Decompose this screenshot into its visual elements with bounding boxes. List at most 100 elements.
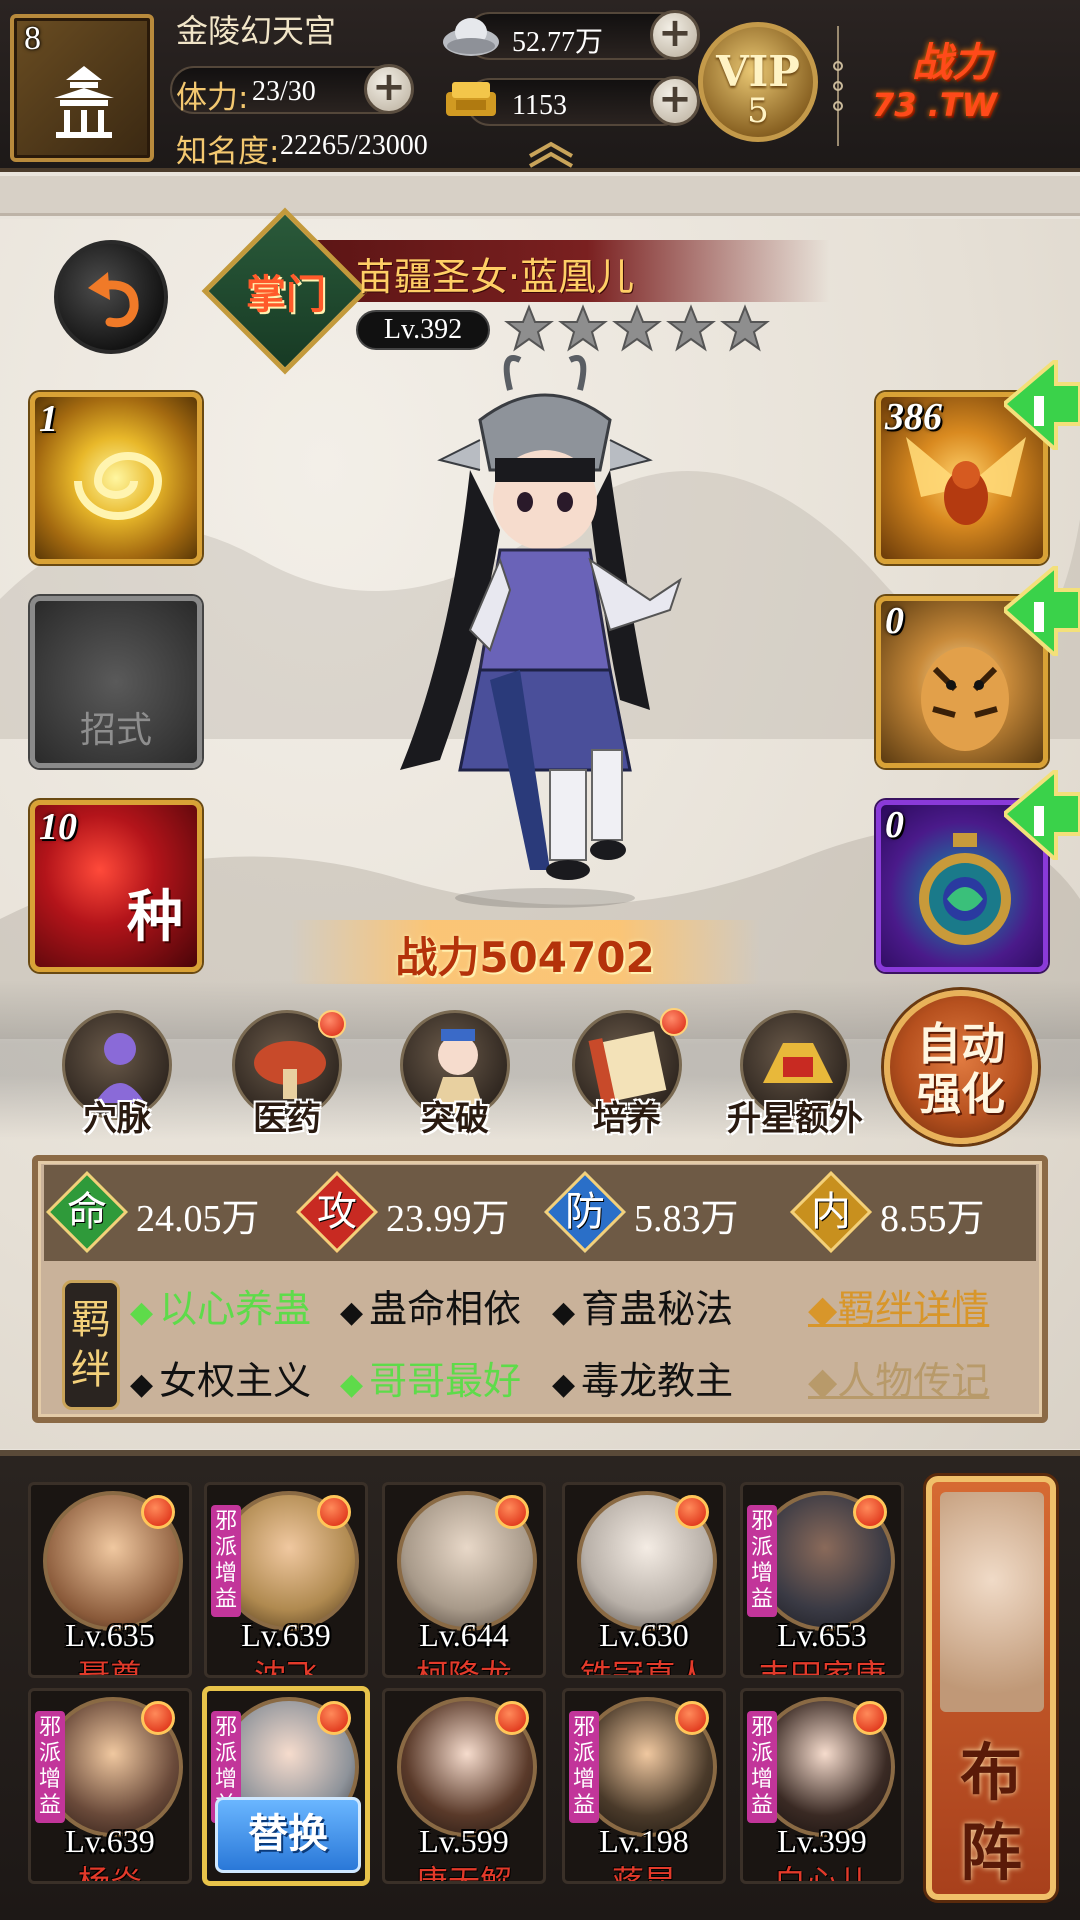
skill-slot-label: 招式 [79,710,152,751]
skill-count: 10 [39,806,77,848]
combat-power-value: 504702 [479,933,655,982]
roster-hero-card[interactable]: 邪派增益 Lv.639 沈飞 [204,1482,368,1678]
meridian-label: 穴脉 [83,1099,151,1139]
notification-dot [853,1495,887,1529]
stamina-value: 23/30 [252,76,316,107]
roster-hero-card[interactable]: Lv.635 聂尊 [28,1482,192,1678]
bond-item: ◆ 哥哥最好 [340,1359,522,1403]
stat-key: 命 [67,1189,107,1235]
sub-header-strip [0,176,1080,216]
hero-name: 聂尊 [77,1657,142,1678]
notification-dot [495,1495,529,1529]
upgrade-arrow-icon [1004,566,1080,656]
evil-faction-tag: 邪派增益 [211,1505,241,1617]
hero-name: 白心儿 [773,1863,870,1884]
roster-hero-card[interactable]: Lv.599 唐无解 [382,1688,546,1884]
stat-value: 8.55万 [880,1198,985,1240]
back-arrow-icon [88,272,139,328]
fame-value: 22265/23000 [280,130,428,161]
equipment-count: 0 [885,804,904,846]
hero-name: 唐无解 [415,1863,512,1884]
hero-name: 丰田家康 [757,1657,886,1678]
hero-level: Lv.635 [65,1617,155,1653]
star-icon [720,304,770,352]
star-icon [666,304,716,352]
top-status-bar: 8 金陵幻天宫 体力: 23/30 + 知名度: 22265/23000 52.… [0,0,1080,172]
stat-key: 内 [811,1189,851,1235]
medicine-label: 医药 [253,1099,321,1139]
back-button[interactable] [54,240,168,354]
notification-dot [495,1701,529,1735]
auto-strengthen-line2: 强化 [917,1069,1005,1120]
star-upgrade-button[interactable]: 升星额外 [727,1010,863,1140]
meridian-button[interactable]: 穴脉 [52,1010,182,1140]
power-logo-site: 73 .TW [872,86,997,124]
combat-power: 战力504702 [290,924,760,985]
stamina-label: 体力: [176,80,249,116]
expand-chevron-icon[interactable] [524,138,578,168]
stat-value: 24.05万 [136,1198,260,1240]
gold-value: 1153 [512,90,567,121]
stat-key: 防 [565,1189,605,1235]
breakthrough-button[interactable]: 突破 [390,1010,520,1140]
city-name: 金陵幻天宫 [176,12,337,50]
stat-value: 23.99万 [386,1198,510,1240]
notification-dot [853,1701,887,1735]
bond-details-link[interactable]: ◆羁绊详情 [808,1278,989,1333]
hero-name: 杨焱 [77,1863,142,1884]
hero-level: Lv.639 [65,1823,155,1859]
skill-slot-empty[interactable]: 招式 [30,596,202,768]
star-upgrade-label: 升星额外 [727,1099,863,1139]
auto-strengthen-line1: 自动 [917,1019,1005,1070]
hero-name: 沈飞 [253,1657,318,1678]
hero-name: 蒋昆 [611,1863,676,1884]
roster-hero-card[interactable]: 邪派增益 Lv.653 丰田家康 [740,1482,904,1678]
power-logo: 战力 73 .TW [872,30,1062,140]
bond-tag: 羁绊 [62,1280,120,1410]
roster-hero-card[interactable]: Lv.644 柯降龙 [382,1482,546,1678]
formation-label-2: 阵 [959,1816,1022,1889]
roster-hero-card-selected[interactable]: 邪派增益 替换 [204,1688,368,1884]
player-level-badge[interactable]: 8 [10,14,154,162]
auto-strengthen-button[interactable]: 自动 强化 [884,990,1038,1144]
evil-faction-tag: 邪派增益 [35,1711,65,1823]
notification-dot [317,1495,351,1529]
formation-illustration [940,1492,1044,1712]
notification-dot [317,1701,351,1735]
add-silver-button[interactable]: + [650,10,700,60]
medicine-button[interactable]: 医药 [222,1010,352,1140]
hero-name: 铁冠真人 [579,1657,708,1678]
bond-item: ◆ 女权主义 [130,1359,312,1403]
bond-item: ◆ 以心养蛊 [130,1287,312,1331]
formation-button[interactable]: 布 阵 [926,1476,1056,1900]
bond-item: ◆ 毒龙教主 [552,1359,734,1403]
vip-level: 5 [747,91,769,131]
star-icon [504,304,554,352]
upgrade-arrow-icon [1004,360,1080,450]
bond-item: ◆ 蛊命相依 [340,1287,522,1331]
power-logo-title: 战力 [912,40,992,86]
hero-level: Lv.392 [356,310,490,350]
vip-label: VIP [716,47,800,96]
character-biography-link[interactable]: ◆人物传记 [808,1350,989,1405]
skill-slot-3[interactable]: 10 种 [30,800,202,972]
swap-button[interactable]: 替换 [215,1797,361,1873]
add-gold-button[interactable]: + [650,76,700,126]
roster-hero-card[interactable]: 邪派增益 Lv.639 杨焱 [28,1688,192,1884]
add-stamina-button[interactable]: + [364,64,414,114]
roster-hero-card[interactable]: 邪派增益 Lv.399 白心儿 [740,1688,904,1884]
combat-power-label: 战力 [395,933,480,982]
skill-slot-1[interactable]: 1 [30,392,202,564]
hero-level: Lv.644 [419,1617,509,1653]
hero-name: 苗疆圣女·蓝凰儿 [356,255,635,299]
vip-badge[interactable]: VIP 5 [698,22,818,142]
upgrade-arrow-icon [1004,770,1080,860]
notification-dot [675,1701,709,1735]
stat-value: 5.83万 [634,1198,739,1240]
roster-hero-card[interactable]: Lv.630 铁冠真人 [562,1482,726,1678]
evil-faction-tag: 邪派增益 [747,1711,777,1823]
cultivate-button[interactable]: 培养 [562,1008,692,1140]
hero-character-illustration [400,355,682,908]
evil-faction-tag: 邪派增益 [747,1505,777,1617]
roster-hero-card[interactable]: 邪派增益 Lv.198 蒋昆 [562,1688,726,1884]
